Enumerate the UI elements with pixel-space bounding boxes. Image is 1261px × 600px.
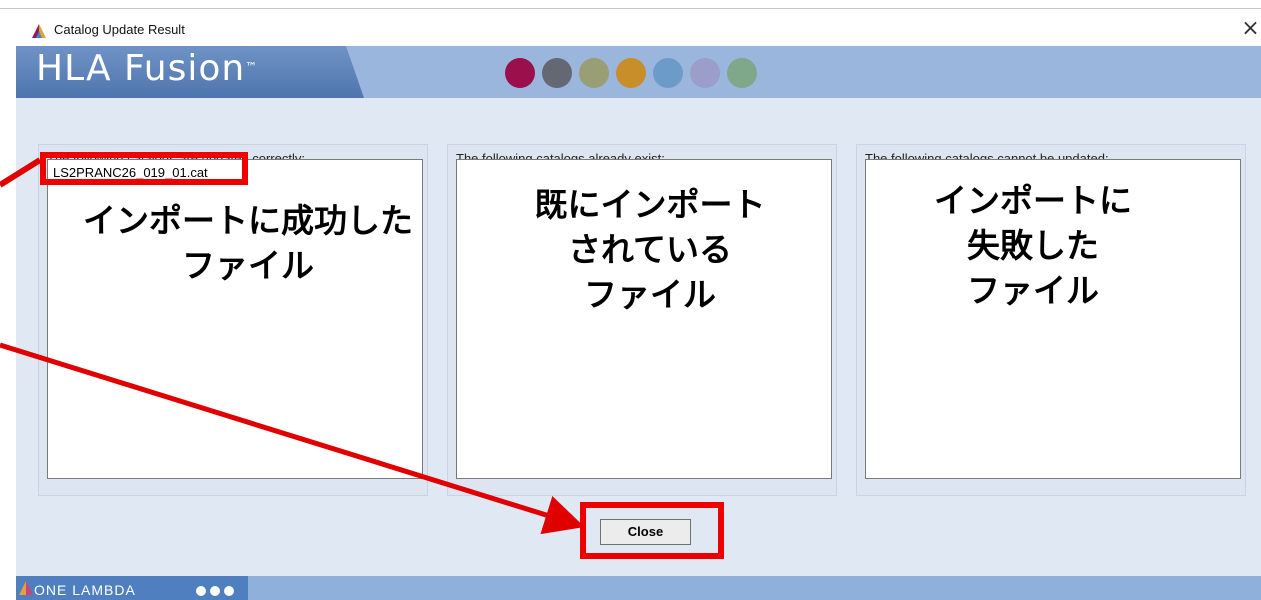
close-icon[interactable]: × [1240,16,1261,42]
annotation-success: インポートに成功した ファイル [58,198,438,288]
footer-dot-1 [196,586,206,596]
window-titlebar [0,0,1261,46]
annotation-line: ファイル [584,275,716,314]
highlight-box-close [580,502,724,559]
annotation-line: 失敗した [967,226,1099,265]
window-title: Catalog Update Result [54,22,185,37]
banner-dot-5 [653,58,683,88]
banner-dot-7 [727,58,757,88]
one-lambda-app-icon [32,24,46,38]
updated-catalogs-panel: The following catalogs are updated corre… [38,144,428,496]
titlebar-divider [0,8,1261,9]
logo-text: HLA Fusion [36,48,246,89]
footer-dot-3 [224,586,234,596]
banner-dot-1 [505,58,535,88]
annotation-failed: インポートに 失敗した ファイル [843,178,1223,313]
annotation-line: インポートに [934,181,1132,220]
annotation-line: 既にインポート [534,185,766,224]
footer-dot-2 [210,586,220,596]
banner-dot-4 [616,58,646,88]
annotation-line: ファイル [182,246,314,285]
banner-dot-3 [579,58,609,88]
one-lambda-logo-icon [19,581,33,595]
annotation-line: ファイル [967,271,1099,310]
annotation-existing: 既にインポート されている ファイル [460,182,840,317]
annotation-line: インポートに成功した [83,201,413,240]
logo-trademark: ™ [245,60,258,74]
banner-dot-2 [542,58,572,88]
banner-dot-6 [690,58,720,88]
annotation-line: されている [567,230,732,269]
app-banner: HLA Fusion™ [16,46,1261,98]
footer-brand: ONE LAMBDA [34,582,136,598]
highlight-box-file [40,152,248,185]
hla-fusion-logo: HLA Fusion™ [36,48,257,89]
